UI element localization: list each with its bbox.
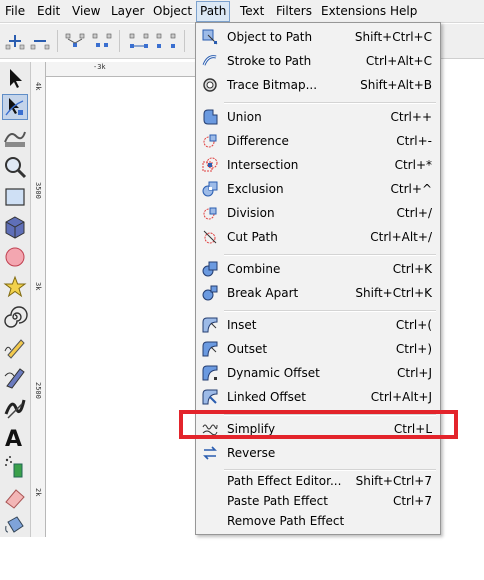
- ellipse-tool-icon[interactable]: [2, 244, 28, 270]
- stroke-to-path-icon: [202, 53, 218, 69]
- break-path-icon[interactable]: [91, 31, 113, 51]
- break-apart-icon: [202, 285, 218, 301]
- selector-tool-icon[interactable]: [2, 65, 28, 91]
- delete-node-icon[interactable]: [29, 31, 51, 51]
- raise-node-icon[interactable]: [4, 31, 26, 51]
- star-tool-icon[interactable]: [2, 274, 28, 300]
- menu-item-exclusion[interactable]: Exclusion Ctrl+^: [196, 177, 440, 201]
- outset-icon: [202, 341, 218, 357]
- menu-item-break-apart[interactable]: Break Apart Shift+Ctrl+K: [196, 281, 440, 305]
- text-tool-icon[interactable]: A: [2, 424, 28, 452]
- menu-item-inset[interactable]: Inset Ctrl+(: [196, 313, 440, 337]
- v-ruler-label-2500: 2500: [34, 382, 42, 399]
- difference-icon: [202, 133, 218, 149]
- cut-path-icon: [202, 229, 218, 245]
- pencil-tool-icon[interactable]: [2, 334, 28, 360]
- menu-item-difference[interactable]: Difference Ctrl+-: [196, 129, 440, 153]
- trace-bitmap-icon: [202, 77, 218, 93]
- menu-item-union[interactable]: Union Ctrl++: [196, 105, 440, 129]
- linked-offset-icon: [202, 389, 218, 405]
- pen-tool-icon[interactable]: [2, 364, 28, 390]
- v-ruler-label-4k: 4k: [34, 82, 42, 91]
- menu-view[interactable]: View: [69, 3, 103, 20]
- h-ruler-label: -3k: [93, 63, 106, 71]
- spray-tool-icon[interactable]: [2, 454, 28, 480]
- menu-filters[interactable]: Filters: [273, 3, 315, 20]
- menu-item-combine[interactable]: Combine Ctrl+K: [196, 257, 440, 281]
- menubar: File Edit View Layer Object Path Text Fi…: [0, 0, 484, 23]
- menu-item-reverse[interactable]: Reverse: [196, 441, 440, 465]
- dynamic-offset-icon: [202, 365, 218, 381]
- spiral-tool-icon[interactable]: [2, 304, 28, 330]
- combine-icon: [202, 261, 218, 277]
- simplify-highlight-box: [179, 410, 458, 439]
- eraser-tool-icon[interactable]: [2, 484, 28, 510]
- inset-icon: [202, 317, 218, 333]
- union-icon: [202, 109, 218, 125]
- menu-item-path-effect-editor[interactable]: Path Effect Editor... Shift+Ctrl+7: [196, 471, 440, 491]
- 3d-box-tool-icon[interactable]: [2, 214, 28, 240]
- v-ruler-label-2k: 2k: [34, 488, 42, 497]
- paint-bucket-tool-icon[interactable]: [2, 512, 28, 538]
- menu-item-division[interactable]: Division Ctrl+/: [196, 201, 440, 225]
- intersection-icon: [202, 157, 218, 173]
- v-ruler-label-3k: 3k: [34, 282, 42, 291]
- menu-help[interactable]: Help: [387, 3, 420, 20]
- exclusion-icon: [202, 181, 218, 197]
- drawing-canvas[interactable]: [46, 77, 196, 537]
- join-nodes-icon[interactable]: [64, 31, 86, 51]
- menu-path[interactable]: Path: [196, 1, 231, 22]
- menu-item-intersection[interactable]: Intersection Ctrl+*: [196, 153, 440, 177]
- menu-item-dynamic-offset[interactable]: Dynamic Offset Ctrl+J: [196, 361, 440, 385]
- menu-item-remove-path-effect[interactable]: Remove Path Effect: [196, 511, 440, 531]
- horizontal-ruler: -3k: [46, 62, 196, 77]
- menu-edit[interactable]: Edit: [34, 3, 63, 20]
- menu-item-linked-offset[interactable]: Linked Offset Ctrl+Alt+J: [196, 385, 440, 409]
- division-icon: [202, 205, 218, 221]
- object-to-path-icon: [202, 29, 218, 45]
- delete-segment-icon[interactable]: [155, 31, 177, 51]
- path-menu-dropdown: Object to Path Shift+Ctrl+C Stroke to Pa…: [195, 22, 441, 535]
- join-segment-icon[interactable]: [128, 31, 150, 51]
- vertical-ruler: 4k 3500 3k 2500 2k: [31, 62, 46, 537]
- menu-object[interactable]: Object: [150, 3, 195, 20]
- reverse-icon: [202, 445, 218, 461]
- zoom-tool-icon[interactable]: [2, 154, 28, 180]
- menu-item-stroke-to-path[interactable]: Stroke to Path Ctrl+Alt+C: [196, 49, 440, 73]
- rectangle-tool-icon[interactable]: [2, 184, 28, 210]
- toolbox: A: [0, 62, 31, 537]
- menu-item-outset[interactable]: Outset Ctrl+): [196, 337, 440, 361]
- menu-item-object-to-path[interactable]: Object to Path Shift+Ctrl+C: [196, 25, 440, 49]
- v-ruler-label-3500: 3500: [34, 182, 42, 199]
- menu-text[interactable]: Text: [237, 3, 267, 20]
- menu-separator: [224, 310, 436, 312]
- svg-text:A: A: [5, 427, 22, 450]
- menu-item-paste-path-effect[interactable]: Paste Path Effect Ctrl+7: [196, 491, 440, 511]
- menu-separator: [224, 102, 436, 104]
- menu-layer[interactable]: Layer: [108, 3, 147, 20]
- menu-item-cut-path[interactable]: Cut Path Ctrl+Alt+/: [196, 225, 440, 249]
- menu-separator: [224, 254, 436, 256]
- menu-item-trace-bitmap[interactable]: Trace Bitmap... Shift+Alt+B: [196, 73, 440, 97]
- node-tool-icon[interactable]: [2, 94, 28, 120]
- menu-file[interactable]: File: [2, 3, 28, 20]
- menu-extensions[interactable]: Extensions: [318, 3, 389, 20]
- calligraphy-tool-icon[interactable]: [2, 394, 28, 420]
- tweak-tool-icon[interactable]: [2, 124, 28, 150]
